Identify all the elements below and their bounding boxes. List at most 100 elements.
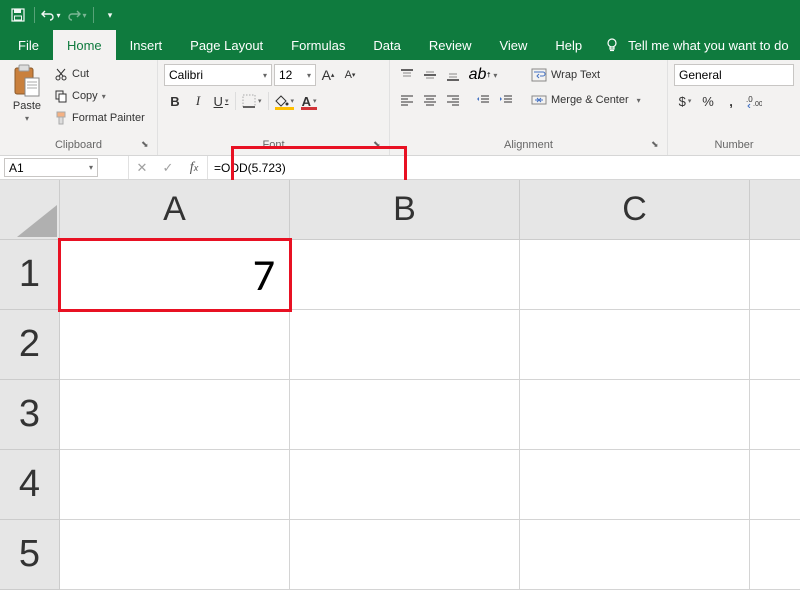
number-format-combo[interactable]: General [674, 64, 794, 86]
tab-home[interactable]: Home [53, 30, 116, 60]
decrease-indent-button[interactable] [472, 89, 494, 111]
title-bar: ▾ ▾ ▾ [0, 0, 800, 30]
select-all-corner[interactable] [0, 180, 60, 240]
tab-file[interactable]: File [4, 30, 53, 60]
currency-button[interactable]: $▾ [674, 90, 696, 112]
ribbon: Paste ▾ Cut Copy ▾ Format Painter C [0, 60, 800, 156]
format-painter-label: Format Painter [72, 112, 145, 124]
col-header-b[interactable]: B [290, 180, 520, 240]
cell-d1[interactable] [750, 240, 800, 310]
paste-button[interactable]: Paste ▾ [6, 64, 48, 128]
comma-button[interactable]: , [720, 90, 742, 112]
fill-color-button[interactable]: ▾ [272, 90, 298, 112]
svg-text:.00: .00 [753, 101, 762, 108]
enter-formula-button[interactable]: ✓ [155, 160, 181, 176]
group-number: General $▾ % , .0.00 Number [668, 60, 800, 155]
col-header-c[interactable]: C [520, 180, 750, 240]
align-center-button[interactable] [419, 89, 441, 111]
font-size-combo[interactable]: 12 ▾ [274, 64, 316, 86]
cell-a1[interactable]: 7 [60, 240, 290, 310]
increase-indent-button[interactable] [495, 89, 517, 111]
tell-me-search[interactable]: Tell me what you want to do [604, 30, 788, 60]
formula-bar: A1 ▾ ✕ ✓ fx =ODD(5.723) [0, 156, 800, 180]
name-box-value: A1 [9, 161, 24, 175]
cancel-formula-button[interactable]: ✕ [129, 160, 155, 176]
align-right-button[interactable] [442, 89, 464, 111]
col-header-a[interactable]: A [60, 180, 290, 240]
cell-c2[interactable] [520, 310, 750, 380]
font-group-label: Font [164, 139, 383, 153]
row-header-4[interactable]: 4 [0, 450, 60, 520]
paste-label: Paste [13, 100, 41, 112]
clipboard-dialog-launcher[interactable]: ⬊ [141, 139, 153, 151]
grow-font-button[interactable]: A▴ [318, 64, 338, 86]
tab-help[interactable]: Help [541, 30, 596, 60]
tab-formulas[interactable]: Formulas [277, 30, 359, 60]
cell-b1[interactable] [290, 240, 520, 310]
tab-insert[interactable]: Insert [116, 30, 177, 60]
cell-b3[interactable] [290, 380, 520, 450]
align-top-button[interactable] [396, 64, 418, 86]
font-name-combo[interactable]: Calibri ▾ [164, 64, 272, 86]
merge-center-button[interactable]: Merge & Center ▾ [527, 89, 645, 111]
row-header-1[interactable]: 1 [0, 240, 60, 310]
cell-c5[interactable] [520, 520, 750, 590]
col-header-d[interactable] [750, 180, 800, 240]
quick-access-toolbar: ▾ ▾ ▾ [6, 3, 122, 27]
cut-label: Cut [72, 68, 89, 80]
font-name-value: Calibri [169, 68, 203, 82]
borders-button[interactable]: ▾ [239, 90, 265, 112]
wrap-text-button[interactable]: Wrap Text [527, 64, 645, 86]
align-left-button[interactable] [396, 89, 418, 111]
cell-a4[interactable] [60, 450, 290, 520]
copy-button[interactable]: Copy ▾ [52, 86, 147, 106]
spreadsheet-grid: A B C 1 7 2 3 4 5 [0, 180, 800, 590]
cell-c4[interactable] [520, 450, 750, 520]
cell-d5[interactable] [750, 520, 800, 590]
percent-button[interactable]: % [697, 90, 719, 112]
align-bottom-button[interactable] [442, 64, 464, 86]
insert-function-button[interactable]: fx [181, 160, 207, 176]
cell-b5[interactable] [290, 520, 520, 590]
alignment-dialog-launcher[interactable]: ⬊ [651, 139, 663, 151]
scissors-icon [54, 67, 68, 81]
wrap-text-icon [531, 68, 547, 82]
cell-d2[interactable] [750, 310, 800, 380]
shrink-font-button[interactable]: A▾ [340, 64, 360, 86]
cell-c1[interactable] [520, 240, 750, 310]
name-box[interactable]: A1 ▾ [4, 158, 98, 177]
cell-d4[interactable] [750, 450, 800, 520]
tab-data[interactable]: Data [359, 30, 414, 60]
formula-input[interactable]: =ODD(5.723) [207, 156, 800, 179]
align-middle-button[interactable] [419, 64, 441, 86]
qat-customize[interactable]: ▾ [98, 3, 122, 27]
redo-button[interactable]: ▾ [65, 3, 89, 27]
group-clipboard: Paste ▾ Cut Copy ▾ Format Painter C [0, 60, 158, 155]
font-dialog-launcher[interactable]: ⬊ [373, 139, 385, 151]
cut-button[interactable]: Cut [52, 64, 147, 84]
copy-icon [54, 89, 68, 103]
paintbrush-icon [54, 111, 68, 125]
orientation-button[interactable]: ab↗▾ [472, 64, 494, 86]
row-header-5[interactable]: 5 [0, 520, 60, 590]
tab-page-layout[interactable]: Page Layout [176, 30, 277, 60]
cell-a3[interactable] [60, 380, 290, 450]
cell-a5[interactable] [60, 520, 290, 590]
cell-c3[interactable] [520, 380, 750, 450]
row-header-2[interactable]: 2 [0, 310, 60, 380]
cell-b2[interactable] [290, 310, 520, 380]
tab-review[interactable]: Review [415, 30, 486, 60]
italic-button[interactable]: I [187, 90, 209, 112]
save-button[interactable] [6, 3, 30, 27]
increase-decimal-button[interactable]: .0.00 [743, 90, 765, 112]
tab-view[interactable]: View [485, 30, 541, 60]
bold-button[interactable]: B [164, 90, 186, 112]
format-painter-button[interactable]: Format Painter [52, 108, 147, 128]
cell-d3[interactable] [750, 380, 800, 450]
font-color-button[interactable]: A ▾ [298, 90, 320, 112]
underline-button[interactable]: U▾ [210, 90, 232, 112]
cell-a2[interactable] [60, 310, 290, 380]
undo-button[interactable]: ▾ [39, 3, 63, 27]
row-header-3[interactable]: 3 [0, 380, 60, 450]
cell-b4[interactable] [290, 450, 520, 520]
